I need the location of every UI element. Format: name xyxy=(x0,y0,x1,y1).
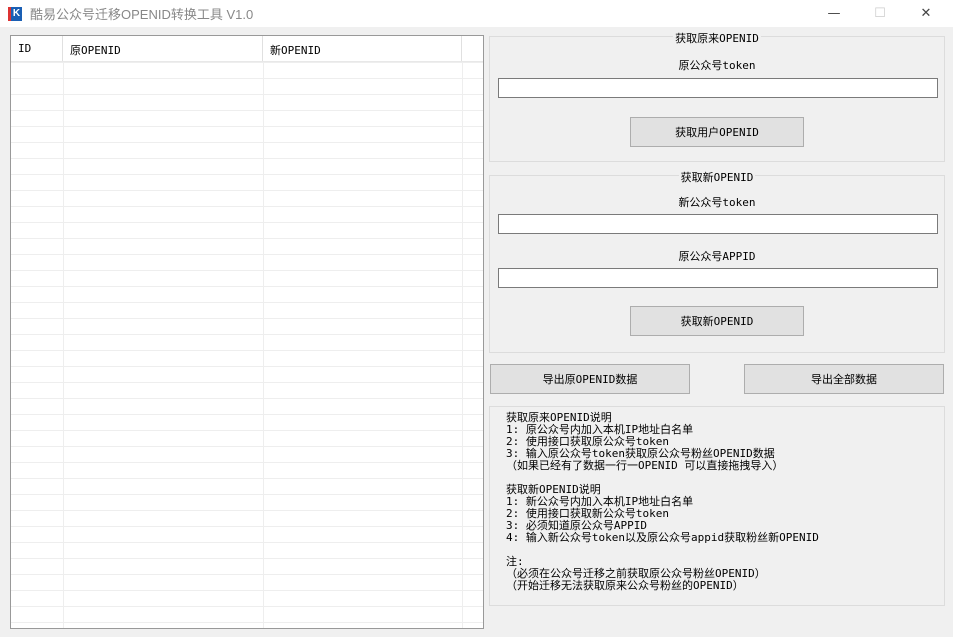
close-button[interactable]: ✕ xyxy=(903,0,949,27)
orig-token-input[interactable] xyxy=(498,78,938,98)
export-all-button[interactable]: 导出全部数据 xyxy=(744,364,944,394)
orig-appid-input[interactable] xyxy=(498,268,938,288)
table-header: ID 原OPENID 新OPENID xyxy=(11,36,483,62)
note-line: 4: 输入新公众号token以及原公众号appid获取粉丝新OPENID xyxy=(506,531,819,544)
app-logo-icon: K xyxy=(8,6,22,21)
group-title: 获取新OPENID xyxy=(678,171,756,184)
column-header-new-openid[interactable]: 新OPENID xyxy=(263,36,462,61)
orig-token-label: 原公众号token xyxy=(678,59,756,72)
minimize-button[interactable]: — xyxy=(811,0,857,27)
orig-appid-label: 原公众号APPID xyxy=(678,250,756,263)
group-title: 获取原来OPENID xyxy=(673,32,761,45)
new-token-input[interactable] xyxy=(498,214,938,234)
table-rows xyxy=(11,62,483,628)
column-header-orig-openid[interactable]: 原OPENID xyxy=(63,36,263,61)
window-title: 酷易公众号迁移OPENID转换工具 V1.0 xyxy=(30,7,254,22)
note-line: （如果已经有了数据一行一OPENID 可以直接拖拽导入） xyxy=(506,459,784,472)
column-header-id[interactable]: ID xyxy=(11,36,63,61)
new-token-label: 新公众号token xyxy=(678,196,756,209)
get-new-openid-button[interactable]: 获取新OPENID xyxy=(630,306,804,336)
export-orig-openid-button[interactable]: 导出原OPENID数据 xyxy=(490,364,690,394)
title-bar: K 酷易公众号迁移OPENID转换工具 V1.0 — ☐ ✕ xyxy=(0,0,953,27)
instructions-panel: 获取原来OPENID说明 1: 原公众号内加入本机IP地址白名单 2: 使用接口获取… xyxy=(489,406,945,606)
note-line: （开始迁移无法获取原来公众号粉丝的OPENID） xyxy=(506,579,744,592)
maximize-button[interactable]: ☐ xyxy=(857,0,903,27)
get-orig-openid-group: 获取原来OPENID 原公众号token 获取用户OPENID xyxy=(489,32,945,162)
get-user-openid-button[interactable]: 获取用户OPENID xyxy=(630,117,804,147)
get-new-openid-group: 获取新OPENID 新公众号token 原公众号APPID 获取新OPENID xyxy=(489,171,945,353)
note-line xyxy=(506,544,944,556)
openid-table[interactable]: ID 原OPENID 新OPENID xyxy=(10,35,484,629)
